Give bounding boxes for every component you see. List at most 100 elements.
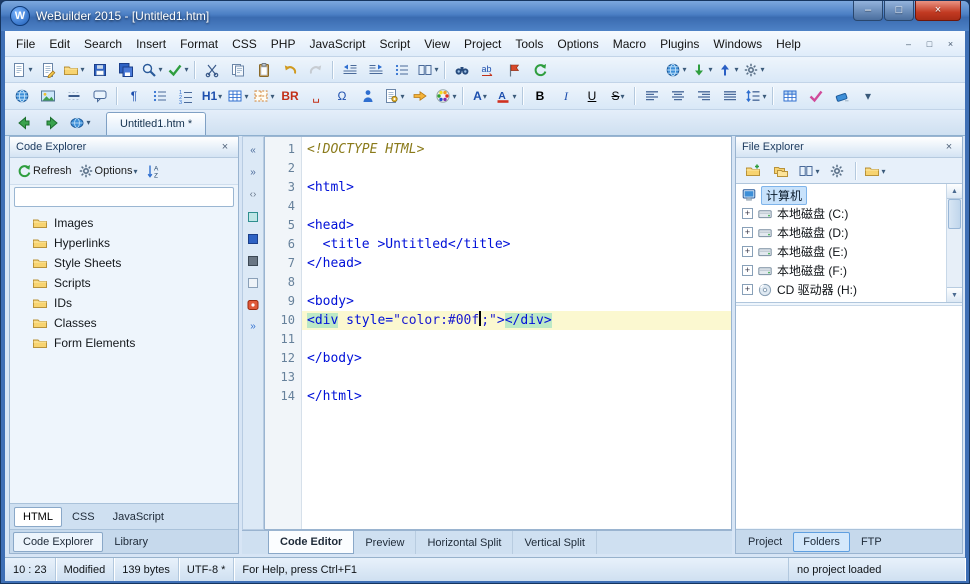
insert-special-character-button[interactable]: Ω: [330, 85, 354, 107]
expand-icon[interactable]: +: [742, 284, 753, 295]
tree-item-images[interactable]: Images: [10, 213, 238, 233]
explorer-settings-button[interactable]: [825, 160, 849, 182]
download-files-button[interactable]: ▾: [690, 59, 714, 81]
close-icon[interactable]: ×: [942, 141, 956, 153]
indent-button[interactable]: [364, 59, 388, 81]
minimize-button[interactable]: –: [853, 1, 883, 21]
insert-nbsp-button[interactable]: ␣: [304, 85, 328, 107]
close-icon[interactable]: ×: [218, 141, 232, 153]
error-marker-button[interactable]: [244, 296, 262, 313]
insert-image-button[interactable]: [36, 85, 60, 107]
code-editor[interactable]: 1234567891011121314 <!DOCTYPE HTML><html…: [264, 136, 732, 530]
menu-edit[interactable]: Edit: [42, 34, 77, 54]
mdi-close-button[interactable]: ×: [940, 36, 961, 52]
back-button[interactable]: [11, 112, 37, 134]
open-file-button[interactable]: ▾: [62, 59, 86, 81]
tab-horizontal-split[interactable]: Horizontal Split: [416, 531, 513, 554]
save-file-button[interactable]: [88, 59, 112, 81]
tree-item-ids[interactable]: IDs: [10, 293, 238, 313]
code-line[interactable]: </head>: [302, 254, 731, 273]
insert-line-break-button[interactable]: BR: [278, 85, 302, 107]
validate-markup-button[interactable]: [804, 85, 828, 107]
clip-js-button[interactable]: [244, 252, 262, 269]
scroll-down-icon[interactable]: ▼: [947, 287, 962, 302]
expand-icon[interactable]: +: [742, 265, 753, 276]
preview-in-browser-button[interactable]: ▾: [664, 59, 688, 81]
code-snippets-button[interactable]: [390, 59, 414, 81]
upload-files-button[interactable]: ▾: [716, 59, 740, 81]
clip-text-button[interactable]: [244, 274, 262, 291]
font-color-button[interactable]: A▾: [494, 85, 518, 107]
align-left-button[interactable]: [640, 85, 664, 107]
align-right-button[interactable]: [692, 85, 716, 107]
tree-item-scripts[interactable]: Scripts: [10, 273, 238, 293]
save-all-button[interactable]: [114, 59, 138, 81]
code-line[interactable]: [302, 159, 731, 178]
italic-button[interactable]: I: [554, 85, 578, 107]
underline-button[interactable]: U: [580, 85, 604, 107]
expand-icon[interactable]: +: [742, 227, 753, 238]
code-line[interactable]: <body>: [302, 292, 731, 311]
code-line[interactable]: [302, 368, 731, 387]
more-tools-button[interactable]: ▾: [742, 59, 766, 81]
close-button[interactable]: ×: [915, 1, 961, 21]
menu-search[interactable]: Search: [77, 34, 129, 54]
drive-item[interactable]: +CD 驱动器 (H:): [736, 280, 962, 299]
menu-view[interactable]: View: [417, 34, 457, 54]
view-style-button[interactable]: ▾: [797, 160, 821, 182]
edit-table-button[interactable]: [778, 85, 802, 107]
insert-comment-button[interactable]: [88, 85, 112, 107]
insert-table-button[interactable]: ▾: [226, 85, 250, 107]
new-folder-button[interactable]: [741, 160, 765, 182]
drive-item[interactable]: +本地磁盘 (D:): [736, 223, 962, 242]
strikethrough-button[interactable]: S▾: [606, 85, 630, 107]
insert-form-button[interactable]: ▾: [252, 85, 276, 107]
drive-item[interactable]: +本地磁盘 (E:): [736, 242, 962, 261]
insert-include-button[interactable]: [408, 85, 432, 107]
unindent-button[interactable]: [338, 59, 362, 81]
code-line[interactable]: <html>: [302, 178, 731, 197]
tab-code-explorer[interactable]: Code Explorer: [13, 532, 103, 552]
code-line[interactable]: [302, 273, 731, 292]
tab-preview[interactable]: Preview: [354, 531, 416, 554]
tree-item-hyperlinks[interactable]: Hyperlinks: [10, 233, 238, 253]
code-line[interactable]: </html>: [302, 387, 731, 406]
expand-icon[interactable]: +: [742, 246, 753, 257]
browser-view-button[interactable]: ▾: [67, 112, 93, 134]
tab-code-editor[interactable]: Code Editor: [268, 531, 354, 554]
tree-item-computer[interactable]: 计算机: [736, 186, 962, 204]
tree-item-classes[interactable]: Classes: [10, 313, 238, 333]
tab-html[interactable]: HTML: [14, 507, 62, 527]
expand-icon[interactable]: +: [742, 208, 753, 219]
new-from-template-button[interactable]: [36, 59, 60, 81]
tab-library[interactable]: Library: [105, 533, 157, 551]
insert-numbered-list-button[interactable]: 123: [174, 85, 198, 107]
vertical-scrollbar[interactable]: ▲ ▼: [946, 184, 962, 302]
code-line[interactable]: [302, 197, 731, 216]
mdi-minimize-button[interactable]: –: [898, 36, 919, 52]
align-justify-button[interactable]: [718, 85, 742, 107]
tab-folders[interactable]: Folders: [793, 532, 850, 552]
menu-tools[interactable]: Tools: [508, 34, 550, 54]
code-area[interactable]: <!DOCTYPE HTML><html><head> <title >Unti…: [302, 137, 731, 529]
menu-options[interactable]: Options: [550, 34, 605, 54]
quick-preview-button[interactable]: ▾: [140, 59, 164, 81]
bookmark-button[interactable]: [502, 59, 526, 81]
file-sync-button[interactable]: [528, 59, 552, 81]
clip-css-button[interactable]: [244, 230, 262, 247]
insert-bullet-list-button[interactable]: [148, 85, 172, 107]
menu-css[interactable]: CSS: [225, 34, 264, 54]
line-spacing-button[interactable]: ▾: [744, 85, 768, 107]
accessibility-check-button[interactable]: [356, 85, 380, 107]
code-line[interactable]: <head>: [302, 216, 731, 235]
more-clips-button[interactable]: »: [244, 318, 262, 335]
tab-project[interactable]: Project: [739, 533, 791, 551]
code-line[interactable]: </body>: [302, 349, 731, 368]
menu-help[interactable]: Help: [769, 34, 808, 54]
tree-item-form-elements[interactable]: Form Elements: [10, 333, 238, 353]
maximize-button[interactable]: □: [884, 1, 914, 21]
formatting-options-button[interactable]: ▾: [856, 85, 880, 107]
code-cleaner-button[interactable]: [830, 85, 854, 107]
sort-button[interactable]: AZ: [142, 160, 166, 182]
code-line[interactable]: <!DOCTYPE HTML>: [302, 140, 731, 159]
